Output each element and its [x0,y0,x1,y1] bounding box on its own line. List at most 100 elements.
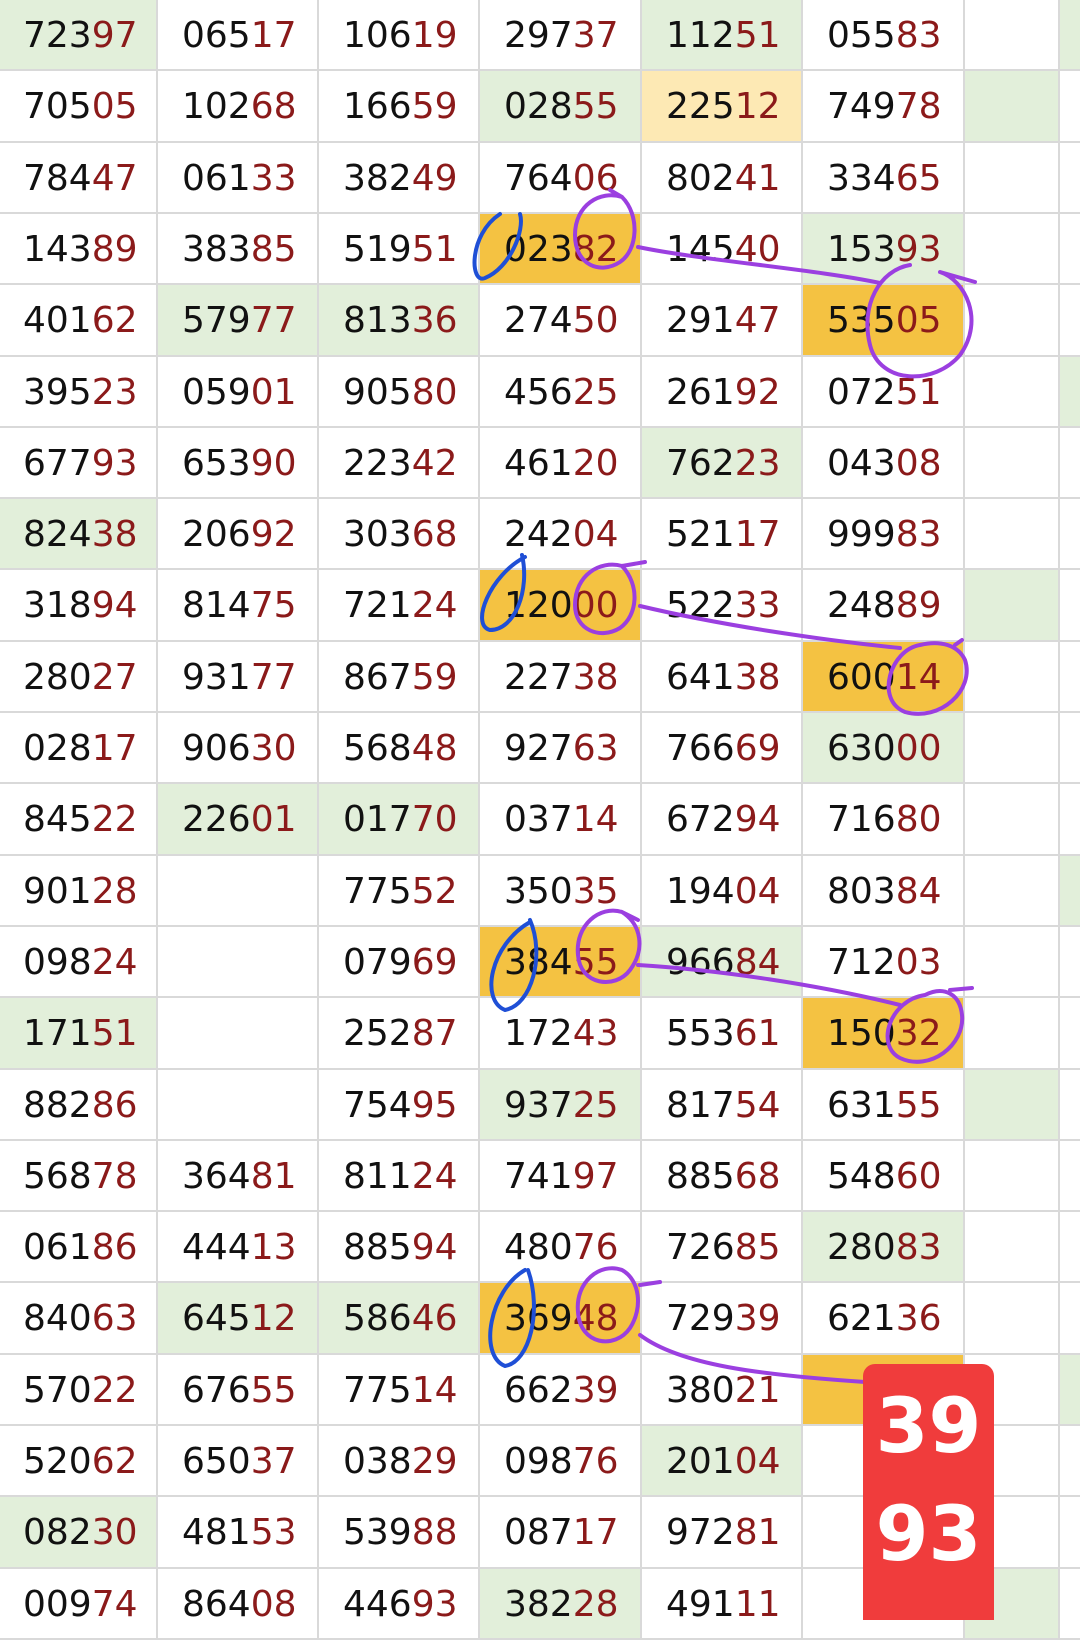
grid-cell[interactable] [1060,1426,1080,1497]
grid-cell[interactable] [965,285,1060,357]
grid-cell[interactable]: 56878 [0,1141,158,1212]
grid-cell[interactable]: 36948 [480,1283,642,1355]
grid-cell[interactable]: 48076 [480,1212,642,1283]
grid-cell[interactable]: 40162 [0,285,158,357]
grid-cell[interactable]: 45625 [480,357,642,428]
grid-cell[interactable]: 65037 [158,1426,319,1497]
grid-cell[interactable]: 74197 [480,1141,642,1212]
grid-cell[interactable]: 36481 [158,1141,319,1212]
grid-cell[interactable] [1060,0,1080,71]
grid-cell[interactable]: 28027 [0,642,158,713]
grid-cell[interactable]: 64512 [158,1283,319,1355]
grid-cell[interactable]: 25287 [319,998,480,1070]
grid-cell[interactable] [965,71,1060,143]
grid-cell[interactable]: 38021 [642,1355,803,1426]
grid-cell[interactable]: 48153 [158,1497,319,1569]
grid-cell[interactable]: 06133 [158,143,319,214]
grid-cell[interactable]: 46120 [480,428,642,499]
grid-cell[interactable]: 88594 [319,1212,480,1283]
grid-cell[interactable]: 71203 [803,927,965,998]
grid-cell[interactable]: 54860 [803,1141,965,1212]
grid-cell[interactable]: 72939 [642,1283,803,1355]
grid-cell[interactable]: 99983 [803,499,965,570]
grid-cell[interactable]: 05583 [803,0,965,71]
grid-cell[interactable]: 26192 [642,357,803,428]
grid-cell[interactable]: 77552 [319,856,480,927]
grid-cell[interactable]: 17151 [0,998,158,1070]
grid-cell[interactable]: 88286 [0,1070,158,1141]
grid-cell[interactable] [1060,428,1080,499]
grid-cell[interactable]: 38455 [480,927,642,998]
grid-cell[interactable]: 14389 [0,214,158,285]
grid-cell[interactable]: 62136 [803,1283,965,1355]
grid-cell[interactable] [1060,143,1080,214]
grid-cell[interactable]: 74978 [803,71,965,143]
grid-cell[interactable]: 08230 [0,1497,158,1569]
grid-cell[interactable] [1060,1569,1080,1640]
grid-cell[interactable]: 78447 [0,143,158,214]
grid-cell[interactable] [158,856,319,927]
grid-cell[interactable]: 96684 [642,927,803,998]
grid-cell[interactable]: 12000 [480,570,642,642]
grid-cell[interactable]: 75495 [319,1070,480,1141]
grid-cell[interactable] [158,927,319,998]
grid-cell[interactable]: 31894 [0,570,158,642]
grid-cell[interactable] [1060,642,1080,713]
grid-cell[interactable]: 14540 [642,214,803,285]
grid-cell[interactable]: 02855 [480,71,642,143]
grid-cell[interactable]: 28083 [803,1212,965,1283]
grid-cell[interactable]: 33465 [803,143,965,214]
grid-cell[interactable]: 16659 [319,71,480,143]
grid-cell[interactable]: 90128 [0,856,158,927]
grid-cell[interactable] [1060,499,1080,570]
grid-cell[interactable] [965,998,1060,1070]
grid-cell[interactable]: 70505 [0,71,158,143]
grid-cell[interactable]: 01770 [319,784,480,856]
grid-cell[interactable]: 72685 [642,1212,803,1283]
grid-cell[interactable] [965,214,1060,285]
grid-cell[interactable]: 93725 [480,1070,642,1141]
grid-cell[interactable]: 76223 [642,428,803,499]
grid-cell[interactable]: 02382 [480,214,642,285]
grid-cell[interactable]: 84063 [0,1283,158,1355]
grid-cell[interactable]: 63000 [803,713,965,784]
grid-cell[interactable]: 15393 [803,214,965,285]
grid-cell[interactable] [965,1070,1060,1141]
grid-cell[interactable]: 80241 [642,143,803,214]
grid-cell[interactable] [965,570,1060,642]
grid-cell[interactable]: 19404 [642,856,803,927]
grid-cell[interactable]: 77514 [319,1355,480,1426]
grid-cell[interactable]: 08717 [480,1497,642,1569]
grid-cell[interactable] [965,357,1060,428]
grid-cell[interactable]: 86408 [158,1569,319,1640]
grid-cell[interactable]: 66239 [480,1355,642,1426]
grid-cell[interactable] [965,1283,1060,1355]
grid-cell[interactable] [1060,927,1080,998]
grid-cell[interactable]: 49111 [642,1569,803,1640]
grid-cell[interactable] [1060,1212,1080,1283]
grid-cell[interactable]: 80384 [803,856,965,927]
grid-cell[interactable]: 20104 [642,1426,803,1497]
grid-cell[interactable]: 24204 [480,499,642,570]
grid-cell[interactable] [158,1070,319,1141]
grid-cell[interactable]: 52233 [642,570,803,642]
grid-cell[interactable]: 81124 [319,1141,480,1212]
grid-cell[interactable] [965,927,1060,998]
grid-cell[interactable]: 44693 [319,1569,480,1640]
grid-cell[interactable] [1060,784,1080,856]
grid-cell[interactable] [965,713,1060,784]
grid-cell[interactable]: 63155 [803,1070,965,1141]
grid-cell[interactable]: 76406 [480,143,642,214]
grid-cell[interactable]: 09876 [480,1426,642,1497]
grid-cell[interactable] [965,642,1060,713]
grid-cell[interactable] [965,143,1060,214]
grid-cell[interactable]: 81336 [319,285,480,357]
grid-cell[interactable]: 71680 [803,784,965,856]
grid-cell[interactable] [965,784,1060,856]
grid-cell[interactable]: 07251 [803,357,965,428]
grid-cell[interactable]: 10619 [319,0,480,71]
grid-cell[interactable]: 22601 [158,784,319,856]
grid-cell[interactable]: 06186 [0,1212,158,1283]
grid-cell[interactable] [1060,214,1080,285]
grid-cell[interactable]: 44413 [158,1212,319,1283]
